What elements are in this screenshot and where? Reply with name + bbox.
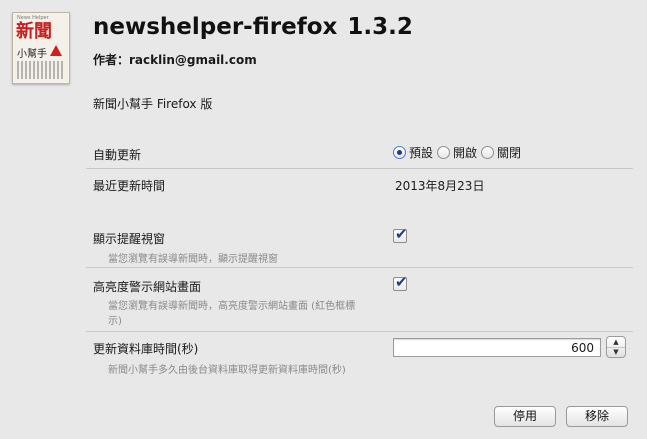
last-update-label: 最近更新時間 bbox=[93, 179, 166, 193]
show-notification-checkbox[interactable]: ✔ bbox=[393, 225, 408, 243]
highlight-warning-description: 當您瀏覽有誤導新聞時，高亮度警示網站畫面 (紅色框標 bbox=[108, 301, 356, 312]
highlight-warning-description-continued: 示) bbox=[108, 316, 122, 327]
divider bbox=[86, 267, 633, 268]
addon-description: 新聞小幫手 Firefox 版 bbox=[93, 97, 213, 111]
auto-update-option-default[interactable]: 預設 bbox=[393, 144, 433, 161]
auto-update-option-on[interactable]: 開啟 bbox=[437, 144, 477, 161]
radio-label: 預設 bbox=[409, 146, 434, 160]
radio-icon bbox=[481, 146, 495, 159]
db-update-interval-label: 更新資料庫時間(秒) bbox=[93, 342, 199, 356]
show-notification-label: 顯示提醒視窗 bbox=[93, 232, 166, 246]
db-update-interval-stepper[interactable]: ▲ ▼ bbox=[606, 336, 626, 358]
auto-update-radio-group: 預設 開啟 關閉 bbox=[393, 144, 525, 161]
logo-newsprint-lines bbox=[17, 61, 65, 79]
db-update-interval-input[interactable]: 600 bbox=[393, 338, 601, 357]
highlight-warning-label: 高亮度警示網站畫面 bbox=[93, 280, 202, 294]
addon-logo: News Helper 新聞 小幫手 bbox=[12, 12, 70, 84]
addon-title: newshelper-firefox 1.3.2 bbox=[93, 14, 413, 40]
radio-label: 關閉 bbox=[497, 146, 522, 160]
divider bbox=[86, 331, 633, 332]
radio-icon bbox=[437, 146, 451, 159]
auto-update-option-off[interactable]: 關閉 bbox=[481, 144, 521, 161]
logo-small-text: 小幫手 bbox=[17, 49, 47, 60]
addon-name: newshelper-firefox bbox=[93, 14, 338, 40]
warning-icon bbox=[50, 45, 62, 56]
divider bbox=[86, 168, 633, 169]
checkmark-icon: ✔ bbox=[395, 273, 408, 291]
radio-label: 開啟 bbox=[453, 146, 478, 160]
disable-button[interactable]: 停用 bbox=[494, 406, 556, 427]
remove-button[interactable]: 移除 bbox=[566, 406, 628, 427]
last-update-value: 2013年8月23日 bbox=[395, 179, 485, 193]
auto-update-label: 自動更新 bbox=[93, 148, 142, 162]
logo-big-text: 新聞 bbox=[16, 21, 52, 42]
addon-version: 1.3.2 bbox=[347, 14, 413, 40]
stepper-down-icon[interactable]: ▼ bbox=[607, 347, 625, 357]
show-notification-description: 當您瀏覽有誤導新聞時，顯示提醒視窗 bbox=[108, 254, 278, 265]
addon-author: 作者：racklin@gmail.com bbox=[93, 53, 257, 67]
highlight-warning-checkbox[interactable]: ✔ bbox=[393, 273, 408, 291]
checkmark-icon: ✔ bbox=[395, 225, 408, 243]
radio-selected-icon bbox=[393, 146, 406, 159]
db-update-interval-description: 新聞小幫手多久由後台資料庫取得更新資料庫時間(秒) bbox=[108, 365, 346, 376]
